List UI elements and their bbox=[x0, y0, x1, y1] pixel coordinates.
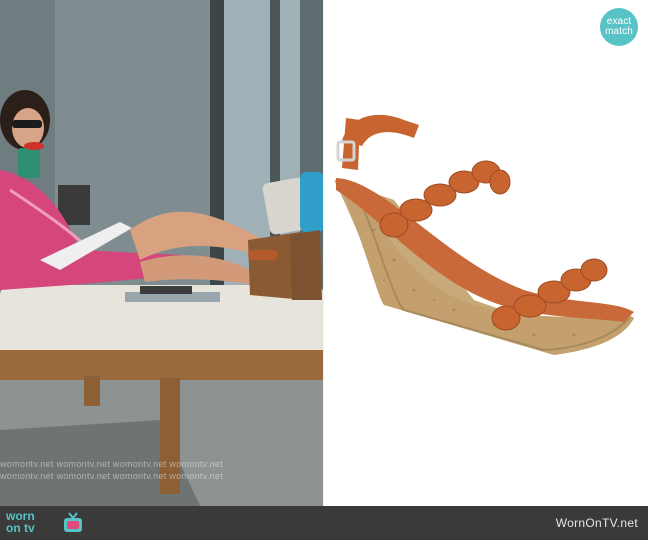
wornontv-logo[interactable]: worn on tv bbox=[6, 510, 86, 536]
watermark-line: womontv.net womontv.net womontv.net womo… bbox=[0, 471, 224, 481]
scene-photo: womontv.net womontv.net womontv.net womo… bbox=[0, 0, 324, 506]
logo-line2: on tv bbox=[6, 521, 35, 535]
site-name: WornOnTV.net bbox=[555, 516, 638, 530]
logo-text: worn on tv bbox=[6, 510, 35, 534]
footer-bar: worn on tv WornOnTV.net bbox=[0, 506, 648, 540]
scene-illustration bbox=[0, 0, 324, 506]
product-photo bbox=[324, 0, 648, 506]
tv-icon bbox=[64, 512, 82, 532]
watermark: womontv.net womontv.net womontv.net womo… bbox=[0, 458, 324, 488]
watermark-line: womontv.net womontv.net womontv.net womo… bbox=[0, 459, 224, 469]
sandal-illustration bbox=[334, 114, 634, 355]
badge-line2: match bbox=[605, 26, 633, 37]
exact-match-badge: exact match bbox=[600, 8, 638, 46]
